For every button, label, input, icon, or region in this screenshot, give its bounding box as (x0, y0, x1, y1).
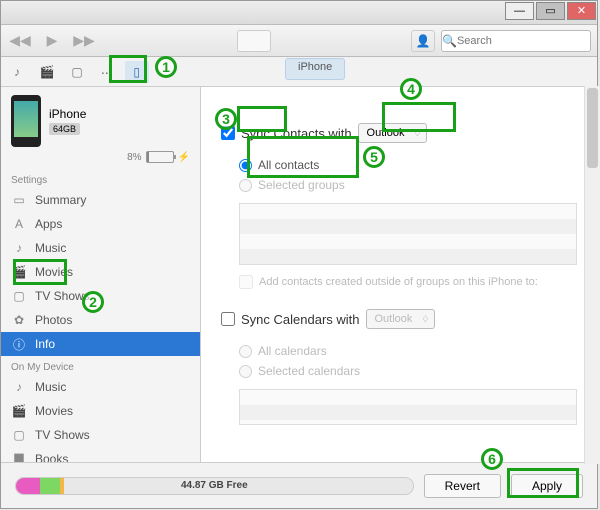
sidebar-ondevice-header: On My Device (1, 356, 200, 375)
add-outside-checkbox[interactable] (239, 275, 253, 289)
battery-row: 8% ⚡ (1, 151, 200, 169)
maximize-button[interactable]: ▭ (536, 2, 565, 20)
selected-groups-radio[interactable] (239, 179, 252, 192)
calendars-app-dropdown[interactable]: Outlook (366, 309, 436, 329)
sidebar-item-movies[interactable]: 🎬 Movies (1, 399, 200, 423)
prev-track-button[interactable]: ◀◀ (7, 30, 33, 52)
movies-library-tab[interactable]: 🎬 (35, 61, 59, 83)
hl-2 (13, 259, 67, 285)
num-2: 2 (82, 291, 104, 313)
sync-calendars-checkbox[interactable] (221, 312, 235, 326)
sync-calendars-label: Sync Calendars with (241, 312, 360, 327)
sidebar-item-tv-shows[interactable]: ▢ TV Shows (1, 423, 200, 447)
sidebar-item-label: Music (35, 380, 66, 394)
row-icon: A (11, 217, 27, 231)
sidebar-item-label: Summary (35, 193, 86, 207)
revert-button[interactable]: Revert (424, 474, 501, 498)
device-name-label: iPhone (49, 107, 86, 121)
sidebar-item-label: Info (35, 337, 55, 351)
device-capacity-label: 64GB (49, 123, 80, 135)
row-icon: 🎬 (11, 404, 27, 418)
search-field[interactable]: 🔍 (441, 30, 591, 52)
selected-calendars-label: Selected calendars (258, 364, 360, 378)
sidebar-item-summary[interactable]: ▭ Summary (1, 188, 200, 212)
sidebar-item-books[interactable]: ▇ Books (1, 447, 200, 462)
titlebar: — ▭ ✕ (1, 1, 597, 25)
tv-library-tab[interactable]: ▢ (65, 61, 89, 83)
sidebar-item-info[interactable]: ⓘ Info (1, 332, 200, 356)
row-icon: ✿ (11, 313, 27, 327)
selected-groups-label: Selected groups (258, 178, 345, 192)
all-calendars-label: All calendars (258, 344, 327, 358)
sidebar-item-label: Books (35, 452, 68, 462)
add-outside-contacts-row: Add contacts created outside of groups o… (221, 271, 577, 303)
selected-calendars-radio (239, 365, 252, 378)
row-icon: ♪ (11, 380, 27, 394)
sidebar-item-label: Music (35, 241, 66, 255)
row-icon: ▇ (11, 452, 27, 462)
battery-icon (146, 151, 174, 163)
sidebar-item-label: Apps (35, 217, 62, 231)
sidebar-item-apps[interactable]: A Apps (1, 212, 200, 236)
minimize-button[interactable]: — (505, 2, 534, 20)
sidebar-item-label: Photos (35, 313, 72, 327)
sidebar-settings-header: Settings (1, 169, 200, 188)
row-icon: ▢ (11, 289, 27, 303)
sidebar-item-music[interactable]: ♪ Music (1, 236, 200, 260)
num-3: 3 (215, 108, 237, 130)
hl-4 (382, 102, 456, 132)
search-icon: 🔍 (442, 34, 457, 48)
next-track-button[interactable]: ▶▶ (71, 30, 97, 52)
sync-calendars-row: Sync Calendars with Outlook (221, 309, 577, 329)
scrollbar-thumb[interactable] (587, 88, 598, 168)
num-5: 5 (363, 146, 385, 168)
row-icon: ♪ (11, 241, 27, 255)
num-1: 1 (155, 56, 177, 78)
apple-logo (237, 30, 271, 52)
storage-free-label: 44.87 GB Free (16, 478, 413, 494)
hl-1 (109, 55, 147, 83)
sidebar-item-label: Movies (35, 404, 73, 418)
battery-percent-label: 8% (127, 152, 141, 163)
storage-bar: 44.87 GB Free (15, 477, 414, 495)
calendars-listbox (239, 389, 577, 425)
sidebar-item-photos[interactable]: ✿ Photos (1, 308, 200, 332)
close-button[interactable]: ✕ (567, 2, 596, 20)
selected-groups-row[interactable]: Selected groups (239, 175, 577, 195)
num-6: 6 (481, 448, 503, 470)
vertical-scrollbar[interactable] (584, 86, 600, 464)
row-icon: ⓘ (11, 336, 27, 353)
device-header: iPhone 64GB (1, 87, 200, 151)
music-library-tab[interactable]: ♪ (5, 61, 29, 83)
hl-3 (237, 106, 287, 132)
sidebar-item-label: TV Shows (35, 428, 90, 442)
row-icon: ▢ (11, 428, 27, 442)
contacts-groups-listbox[interactable] (239, 203, 577, 265)
all-calendars-row: All calendars (239, 341, 577, 361)
hl-5 (247, 136, 359, 178)
itunes-window: — ▭ ✕ ◀◀ ▶ ▶▶ 👤 🔍 ♪ 🎬 ▢ ∙∙∙ ▯ iPhone iPh (0, 0, 598, 509)
sidebar-item-music[interactable]: ♪ Music (1, 375, 200, 399)
row-icon: ▭ (11, 193, 27, 207)
hl-6 (507, 468, 579, 498)
lightning-icon: ⚡ (178, 152, 190, 163)
device-thumbnail (11, 95, 41, 147)
device-name-pill[interactable]: iPhone (285, 58, 345, 80)
play-button[interactable]: ▶ (39, 30, 65, 52)
account-button[interactable]: 👤 (411, 30, 435, 52)
add-outside-label: Add contacts created outside of groups o… (259, 276, 538, 288)
search-input[interactable] (457, 35, 599, 47)
selected-calendars-row: Selected calendars (239, 361, 577, 381)
toolbar: ◀◀ ▶ ▶▶ 👤 🔍 (1, 25, 597, 57)
all-calendars-radio (239, 345, 252, 358)
num-4: 4 (400, 78, 422, 100)
